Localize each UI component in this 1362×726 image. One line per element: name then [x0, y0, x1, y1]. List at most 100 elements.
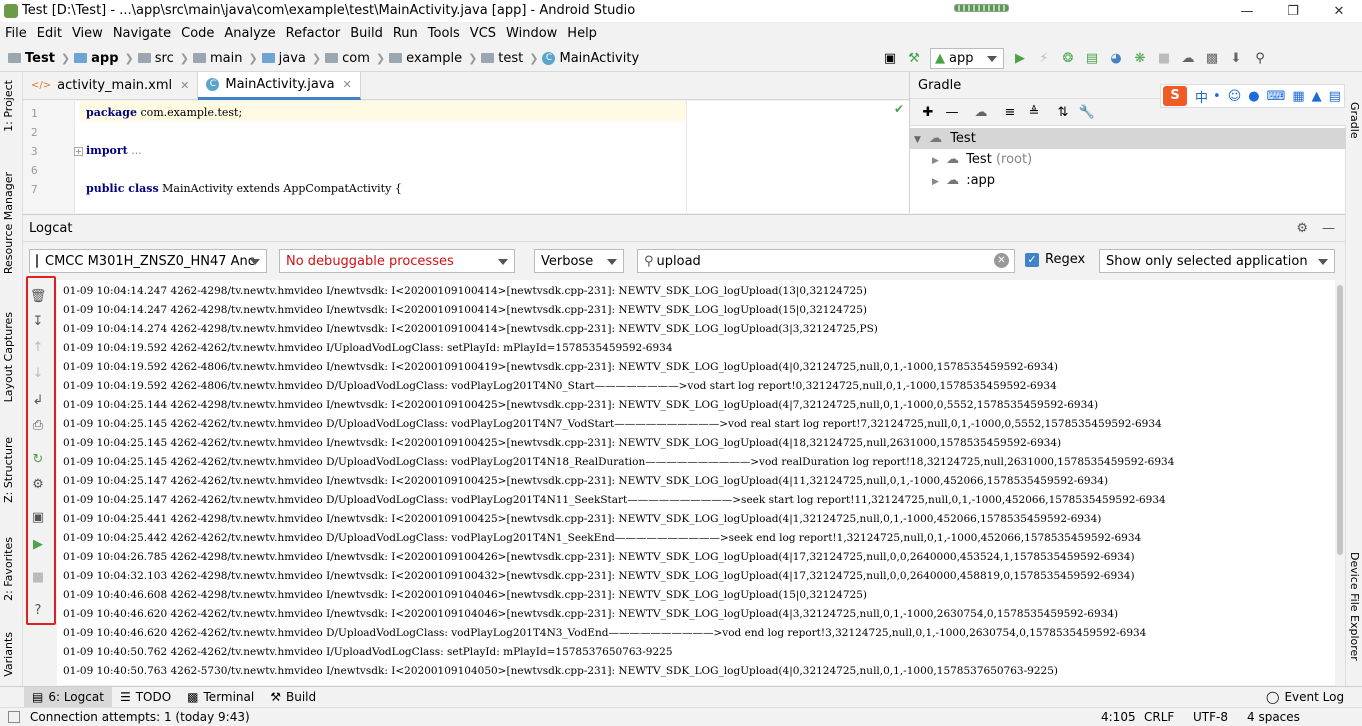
code-editor[interactable]: 1 2 3 6 7 package com.example.test; impo… — [23, 101, 909, 213]
apply-changes-icon[interactable]: ⚡ — [1035, 50, 1053, 68]
gear-icon[interactable]: ⚙ — [1296, 221, 1308, 236]
menu-refactor[interactable]: Refactor — [281, 22, 346, 45]
menu-file[interactable]: File — [0, 22, 32, 45]
avd-manager-icon[interactable]: ▩ — [1203, 50, 1221, 68]
maximize-button[interactable]: ❐ — [1270, 0, 1316, 22]
logcat-output[interactable]: 01-09 10:04:14.247 4262-4298/tv.newtv.hm… — [57, 280, 1335, 685]
status-toggle-icon[interactable] — [8, 710, 20, 723]
hide-icon[interactable]: — — [1322, 221, 1335, 236]
wrench-icon[interactable]: 🔧 — [1078, 103, 1096, 121]
log-line: 01-09 10:40:50.762 4262-4262/tv.newtv.hm… — [63, 646, 673, 658]
filter-config-select[interactable]: Show only selected application — [1099, 249, 1335, 273]
attach-debugger-icon[interactable]: ❋ — [1131, 50, 1149, 68]
memory-indicator[interactable] — [954, 4, 1009, 12]
coverage-icon[interactable]: ▤ — [1083, 50, 1101, 68]
tree-root-test[interactable]: ▼ ☁ Test — [910, 128, 1346, 149]
close-button[interactable]: ✕ — [1316, 0, 1362, 22]
menu-view[interactable]: View — [67, 22, 108, 45]
line-number: 3 — [31, 145, 38, 158]
process-select[interactable]: No debuggable processes — [279, 249, 515, 273]
run-icon[interactable]: ▶ — [1011, 50, 1029, 68]
tab-resource-manager[interactable]: Resource Manager — [2, 172, 15, 274]
tab-device-file-explorer[interactable]: Device File Explorer — [1348, 552, 1361, 661]
android-icon: ▲ — [935, 51, 945, 66]
log-level-select[interactable]: Verbose — [534, 249, 624, 273]
tab-layout-captures[interactable]: Layout Captures — [2, 312, 15, 402]
log-scrollbar-thumb[interactable] — [1337, 285, 1343, 555]
breadcrumb-java[interactable]: java — [261, 51, 306, 66]
layout-icon[interactable]: ▣ — [881, 50, 899, 68]
class-icon: C — [542, 51, 556, 65]
toggle-offline-icon[interactable]: ⇅ — [1054, 103, 1072, 121]
file-encoding[interactable]: UTF-8 — [1193, 708, 1228, 726]
debug-icon[interactable]: ❂ — [1059, 50, 1077, 68]
close-tab-icon[interactable]: ✕ — [180, 79, 189, 92]
tab-favorites[interactable]: 2: Favorites — [2, 537, 15, 601]
tab-event-log[interactable]: ◯ Event Log — [1258, 687, 1352, 708]
tab-mainactivity-java[interactable]: C MainActivity.java ✕ — [198, 71, 361, 100]
search-input[interactable]: ⚲ upload ✕ — [637, 249, 1015, 273]
microphone-icon[interactable]: ● — [1248, 89, 1259, 104]
menu-run[interactable]: Run — [388, 22, 423, 45]
log-line: 01-09 10:04:25.147 4262-4262/tv.newtv.hm… — [63, 494, 1166, 506]
tab-build-variants[interactable]: Variants — [2, 632, 15, 677]
menu-navigate[interactable]: Navigate — [108, 22, 176, 45]
breadcrumb-com[interactable]: com — [325, 51, 370, 66]
tab-structure[interactable]: Z: Structure — [2, 437, 15, 503]
tab-terminal[interactable]: ▩ Terminal — [179, 687, 262, 708]
sdk-manager-icon[interactable]: ⬇ — [1227, 50, 1245, 68]
expand-all-icon[interactable]: ≡ — [1001, 103, 1019, 121]
punctuation-icon[interactable]: • — [1213, 89, 1221, 104]
line-number: 1 — [31, 107, 38, 120]
menu-tools[interactable]: Tools — [423, 22, 465, 45]
tab-project[interactable]: 1: Project — [2, 80, 15, 132]
indent-setting[interactable]: 4 spaces — [1247, 708, 1300, 726]
breadcrumb-example[interactable]: example — [389, 51, 462, 66]
caret-position[interactable]: 4:105 — [1101, 708, 1136, 726]
tab-build[interactable]: ⚒ Build — [262, 687, 324, 708]
menu-window[interactable]: Window — [501, 22, 562, 45]
clear-icon[interactable]: ✕ — [994, 253, 1009, 268]
menu-grid-icon[interactable]: ▤ — [1329, 89, 1341, 104]
menu-analyze[interactable]: Analyze — [219, 22, 280, 45]
toolbox-icon[interactable]: ▦ — [1292, 89, 1304, 104]
minimize-button[interactable]: — — [1224, 0, 1270, 22]
stop-icon[interactable]: ■ — [1155, 50, 1173, 68]
chinese-mode-icon[interactable]: 中 — [1195, 87, 1208, 106]
sync-gradle-icon[interactable]: ☁ — [1179, 50, 1197, 68]
search-icon[interactable]: ⚲ — [1251, 50, 1269, 68]
sogou-logo-icon[interactable]: S — [1163, 86, 1187, 106]
gradle-elephant-icon[interactable]: ☁ — [972, 103, 990, 121]
menu-help[interactable]: Help — [562, 22, 602, 45]
tab-gradle[interactable]: Gradle — [1348, 102, 1361, 139]
profile-icon[interactable]: ◕ — [1107, 50, 1125, 68]
breadcrumb-test[interactable]: Test — [8, 51, 55, 66]
close-tab-icon[interactable]: ✕ — [343, 78, 352, 91]
device-select[interactable]: CMCC M301H_ZNSZ0_HN47 Anc — [29, 249, 267, 273]
run-config-select[interactable]: ▲ app — [930, 48, 1004, 69]
breadcrumb-test-package[interactable]: test — [481, 51, 523, 66]
tree-item-app[interactable]: ▶ ☁ :app — [932, 173, 995, 188]
menu-code[interactable]: Code — [176, 22, 219, 45]
tab-activity-main-xml[interactable]: </> activity_main.xml ✕ — [23, 71, 199, 100]
breadcrumb-src[interactable]: src — [137, 51, 174, 66]
add-icon[interactable]: ✚ — [919, 103, 937, 121]
regex-checkbox[interactable]: ✓ Regex — [1025, 252, 1085, 267]
tab-logcat[interactable]: ▤ 6: Logcat — [24, 686, 112, 708]
hammer-icon[interactable]: ⚒ — [905, 50, 923, 68]
line-separator[interactable]: CRLF — [1144, 708, 1174, 726]
tab-todo[interactable]: ☰ TODO — [112, 687, 179, 708]
remove-icon[interactable]: — — [943, 103, 961, 121]
keyboard-icon[interactable]: ⌨ — [1267, 89, 1286, 104]
collapse-all-icon[interactable]: ≜ — [1025, 103, 1043, 121]
menu-build[interactable]: Build — [345, 22, 388, 45]
tree-item-test-root[interactable]: ▶ ☁ Test (root) — [932, 152, 1032, 167]
emoji-icon[interactable]: ☺ — [1228, 89, 1242, 104]
menu-vcs[interactable]: VCS — [465, 22, 501, 45]
skin-icon[interactable]: ▲ — [1312, 89, 1322, 104]
fold-icon[interactable]: + — [74, 147, 83, 156]
breadcrumb-app[interactable]: app — [74, 51, 119, 66]
menu-edit[interactable]: Edit — [32, 22, 67, 45]
breadcrumb-main[interactable]: main — [192, 51, 242, 66]
breadcrumb-mainactivity[interactable]: C MainActivity — [542, 51, 639, 66]
